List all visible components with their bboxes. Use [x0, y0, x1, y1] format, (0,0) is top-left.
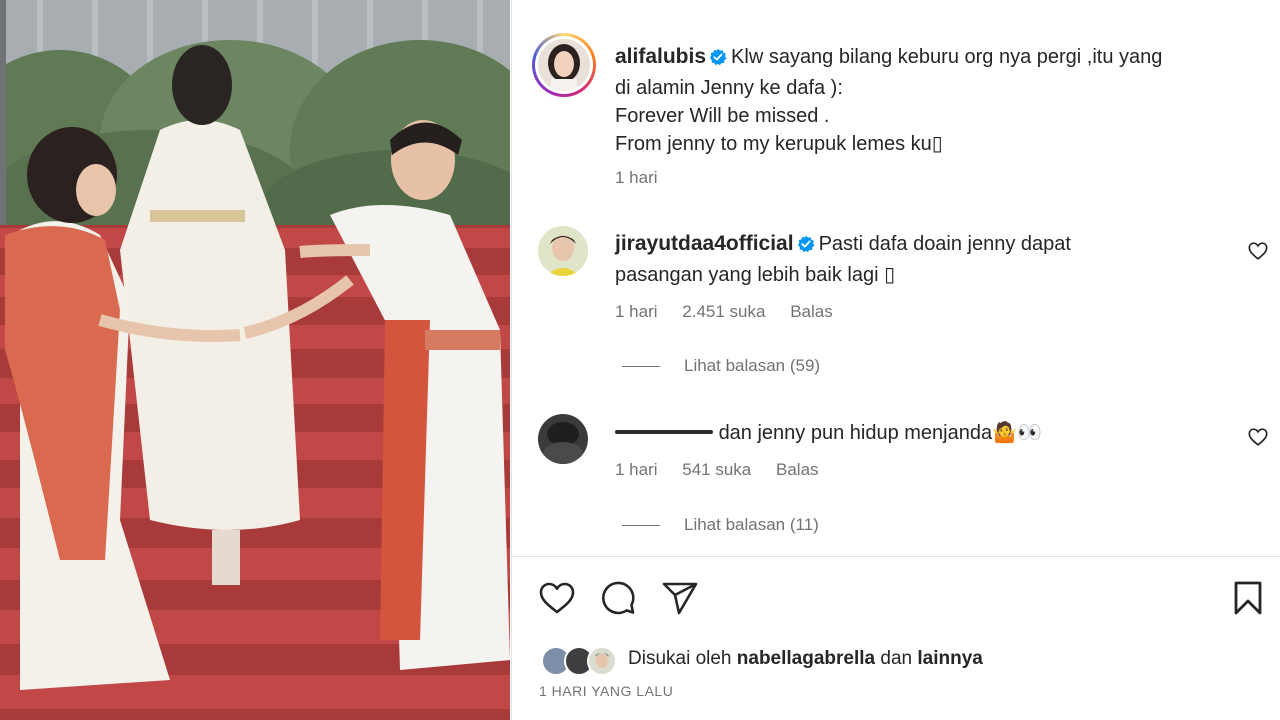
liked-by-prefix: Disukai oleh	[628, 648, 732, 669]
caption-line: From jenny to my kerupuk lemes ku▯	[615, 133, 943, 155]
caption-line: Forever Will be missed .	[615, 105, 830, 127]
view-replies-label: Lihat balasan (59)	[684, 356, 821, 375]
author-username[interactable]: alifalubis	[615, 45, 706, 68]
view-replies-label: Lihat balasan (11)	[684, 515, 819, 534]
comment-icon[interactable]	[598, 578, 638, 618]
post-photo	[0, 0, 510, 720]
post-timestamp[interactable]: 1 hari	[615, 168, 658, 187]
share-icon[interactable]	[660, 578, 700, 618]
comment-text: Pasti dafa doain jenny dapat	[818, 233, 1071, 255]
caption-line: di alamin Jenny ke dafa ):	[615, 77, 843, 99]
replies-divider	[622, 366, 660, 368]
comment-likes[interactable]: 541 suka	[682, 460, 751, 479]
liked-by-others[interactable]: lainnya	[917, 648, 982, 669]
section-divider	[512, 556, 1280, 557]
replies-divider	[622, 525, 660, 527]
author-avatar[interactable]	[532, 33, 596, 97]
liked-by-username[interactable]: nabellagabrella	[737, 648, 875, 669]
liked-by-avatars[interactable]	[541, 645, 621, 677]
post-panel: alifalubis Klw sayang bilang keburu org n…	[511, 0, 1280, 720]
post-date[interactable]: 1 HARI YANG LALU	[539, 683, 673, 699]
commenter-avatar[interactable]	[538, 226, 588, 276]
comment-like-heart-icon[interactable]	[1247, 240, 1269, 262]
reply-button[interactable]: Balas	[776, 460, 819, 479]
redacted-username[interactable]	[615, 429, 713, 434]
comment-body: jirayutdaa4official Pasti dafa doain jenn…	[615, 230, 1215, 289]
verified-icon	[797, 233, 815, 261]
commenter-avatar[interactable]	[538, 414, 588, 464]
comment-like-heart-icon[interactable]	[1247, 426, 1269, 448]
comment-time[interactable]: 1 hari	[615, 302, 658, 321]
verified-icon	[709, 46, 727, 74]
caption-line: Klw sayang bilang keburu org nya pergi ,…	[731, 46, 1163, 68]
liked-by-text: Disukai oleh nabellagabrella dan lainnya	[628, 648, 983, 670]
post-caption: alifalubis Klw sayang bilang keburu org n…	[615, 43, 1255, 158]
comment-likes[interactable]: 2.451 suka	[682, 302, 765, 321]
comment-username[interactable]: jirayutdaa4official	[615, 232, 794, 255]
view-replies-button[interactable]: Lihat balasan (59)	[622, 356, 820, 376]
view-replies-button[interactable]: Lihat balasan (11)	[622, 515, 819, 535]
reply-button[interactable]: Balas	[790, 302, 833, 321]
liked-by-conj: dan	[880, 648, 913, 669]
comment-body: dan jenny pun hidup menjanda🤷👀	[615, 419, 1215, 447]
comment-text: pasangan yang lebih baik lagi ▯	[615, 264, 896, 286]
comment-time[interactable]: 1 hari	[615, 460, 658, 479]
heart-icon[interactable]	[537, 578, 577, 618]
bookmark-icon[interactable]	[1228, 578, 1268, 618]
comment-text: dan jenny pun hidup menjanda🤷👀	[718, 422, 1042, 444]
